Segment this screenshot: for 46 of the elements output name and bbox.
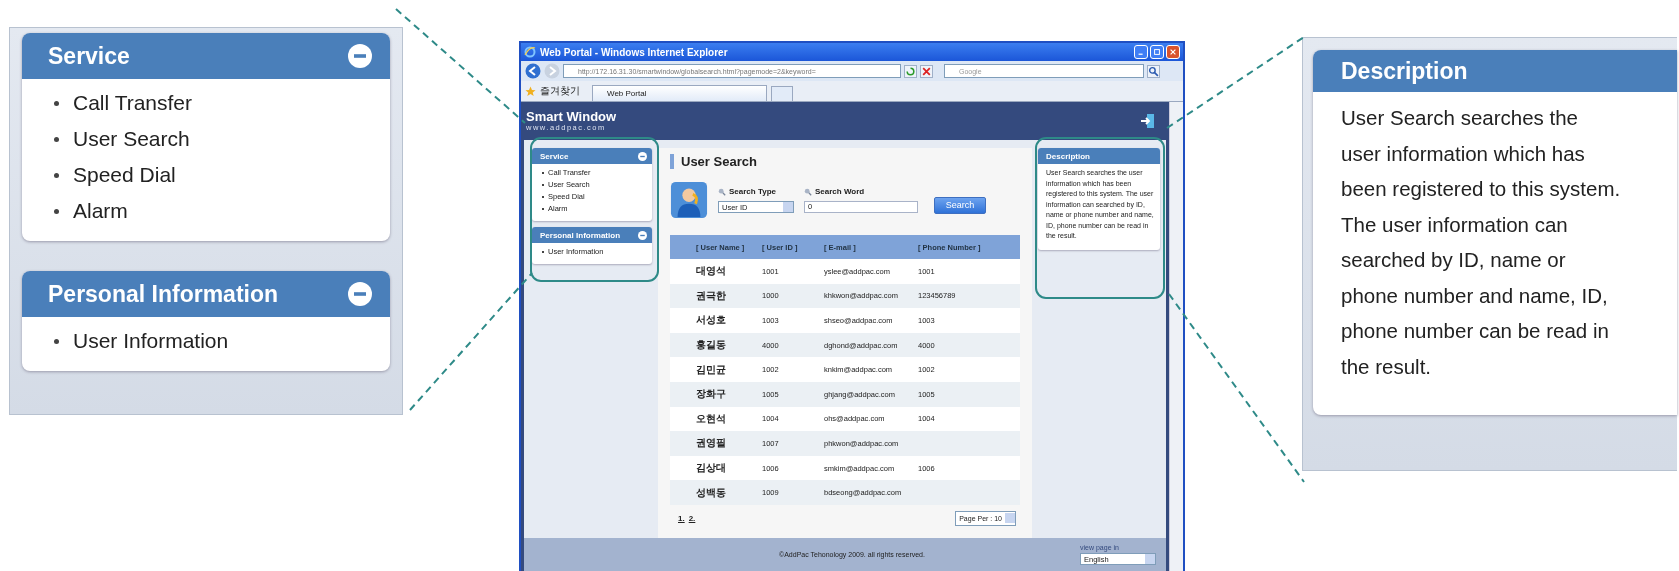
back-icon[interactable]	[525, 63, 541, 79]
star-icon[interactable]	[525, 86, 536, 97]
user-phone-icon	[670, 181, 708, 219]
magnifier-icon	[804, 187, 812, 196]
table-cell-text: 성백동	[695, 485, 727, 500]
collapse-icon[interactable]	[638, 151, 647, 161]
field-label: Search Word	[815, 187, 865, 196]
description-text: User Search searches the user information which has been registered to this system. The user information can searched by ID, name or phone number and name, ID, phone number can be read in the result.	[1340, 105, 1622, 380]
panel-title: Description	[1341, 57, 1468, 85]
menu-item[interactable]: Call Transfer	[54, 85, 390, 121]
panel-title: Service	[540, 151, 569, 161]
search-icon[interactable]	[1147, 64, 1160, 78]
page-link[interactable]: 1.	[678, 513, 685, 523]
magnifier-icon	[718, 187, 726, 196]
collapse-icon[interactable]	[348, 282, 372, 306]
table-cell-text: 장화구	[695, 387, 727, 402]
browser-tab[interactable]: Web Portal	[592, 85, 767, 101]
table-cell-text: 권극한	[695, 288, 727, 303]
browser-icon	[524, 46, 536, 58]
site-logo: Smart Window	[526, 110, 617, 124]
menu-item[interactable]: User Search	[54, 121, 390, 157]
panel-title: Personal Information	[48, 280, 279, 308]
panel-title: Personal Information	[540, 230, 620, 240]
collapse-icon[interactable]	[638, 230, 647, 240]
window-title: Web Portal - Windows Internet Explorer	[540, 46, 729, 58]
table-cell-text: 김상대	[695, 461, 727, 476]
table-cell-text: 홍길동	[695, 338, 727, 353]
exit-icon[interactable]	[1140, 113, 1156, 129]
collapse-icon[interactable]	[348, 44, 372, 68]
panel-title: Service	[48, 42, 130, 70]
table-cell-text: 김민균	[695, 362, 727, 377]
table-cell-text: 서성호	[695, 313, 727, 328]
field-label: Search Type	[729, 187, 776, 196]
menu-item[interactable]: User Information	[54, 323, 390, 359]
favorites-label[interactable]: 즐겨찾기	[540, 84, 580, 98]
menu-item[interactable]: Speed Dial	[54, 157, 390, 193]
scrollbar[interactable]	[1169, 102, 1183, 571]
refresh-icon[interactable]	[904, 64, 917, 78]
table-cell-text: 대영석	[695, 264, 727, 279]
page-link[interactable]: 2.	[688, 513, 696, 523]
menu-item[interactable]: Alarm	[54, 193, 390, 229]
table-cell-text: 오현석	[695, 411, 727, 426]
stop-icon[interactable]	[920, 64, 933, 78]
table-cell-text: 권영필	[695, 436, 727, 451]
panel-title: Description	[1046, 151, 1090, 161]
page-heading: User Search	[670, 154, 757, 169]
